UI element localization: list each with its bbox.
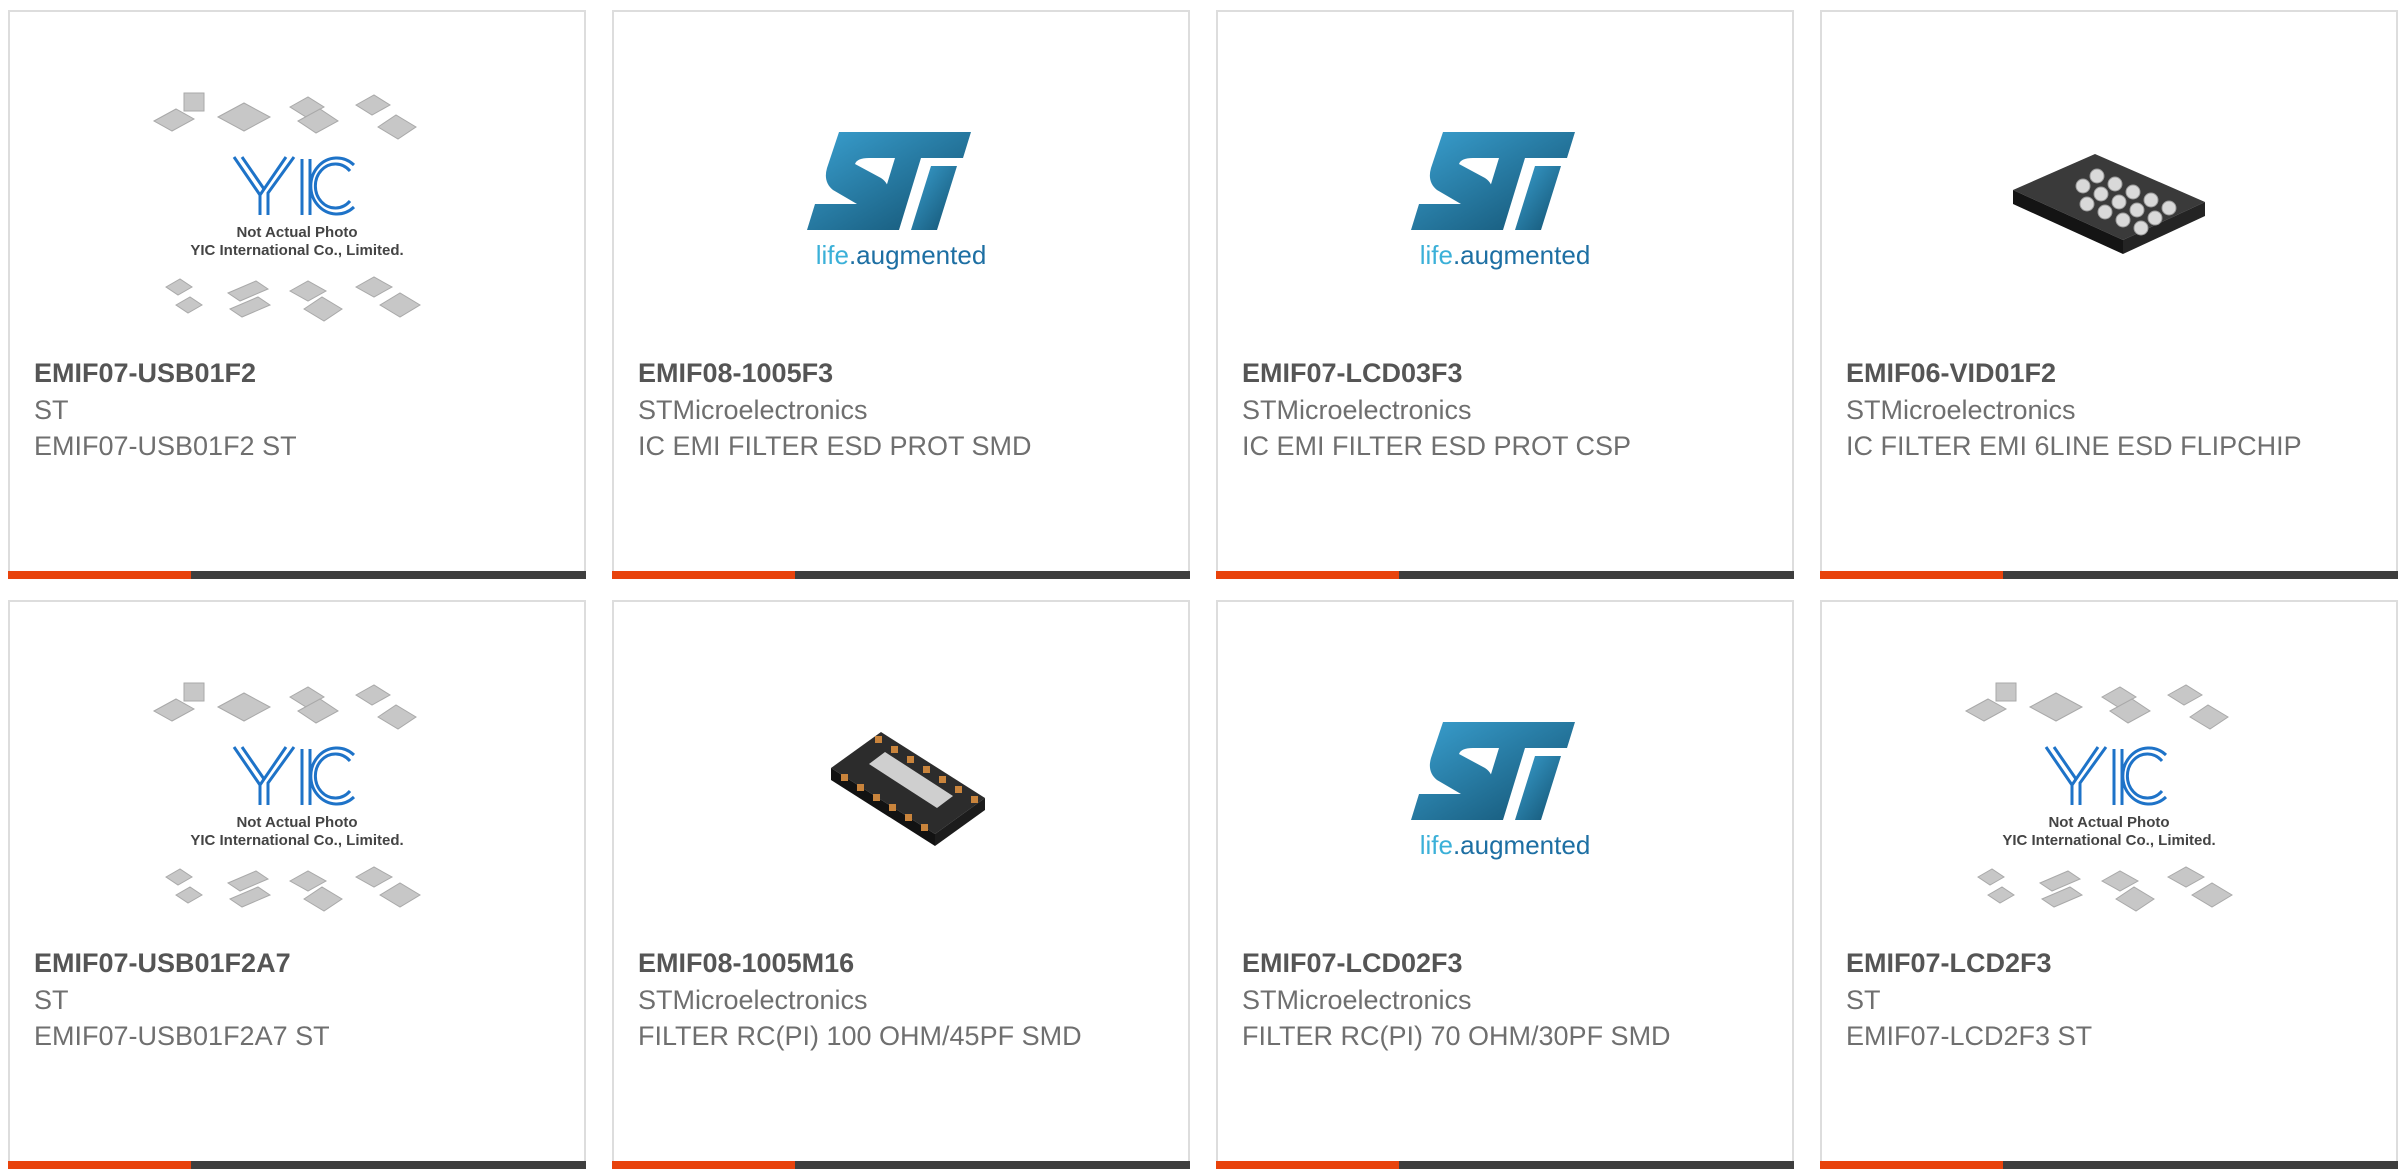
- card-bottom-bar: [1216, 1161, 1794, 1169]
- product-card[interactable]: life.augmented EMIF08-1005F3 STMicroelec…: [612, 10, 1190, 579]
- card-accent-bar: [1820, 571, 2003, 579]
- product-card[interactable]: life.augmented EMIF07-LCD03F3 STMicroele…: [1216, 10, 1794, 579]
- manufacturer: STMicroelectronics: [1242, 985, 1472, 1015]
- product-card[interactable]: EMIF08-1005M16 STMicroelectronics FILTER…: [612, 600, 1190, 1169]
- st-logo-tagline: .augmented: [849, 240, 986, 270]
- manufacturer: STMicroelectronics: [1846, 395, 2076, 425]
- card-accent-bar: [1820, 1161, 2003, 1169]
- part-number[interactable]: EMIF08-1005M16: [638, 945, 1164, 982]
- card-bottom-bar: [1820, 1161, 2398, 1169]
- manufacturer: STMicroelectronics: [1242, 395, 1472, 425]
- product-description: EMIF07-USB01F2 ST: [34, 431, 297, 461]
- product-description: EMIF07-USB01F2A7 ST: [34, 1021, 330, 1051]
- st-logo-image[interactable]: life.augmented: [614, 62, 1188, 362]
- bga-chip-image[interactable]: [1822, 62, 2396, 362]
- image-caption: YIC International Co., Limited.: [190, 242, 403, 259]
- manufacturer: STMicroelectronics: [638, 395, 868, 425]
- card-accent-bar: [612, 1161, 795, 1169]
- part-number[interactable]: EMIF06-VID01F2: [1846, 355, 2372, 392]
- card-bottom-bar: [612, 1161, 1190, 1169]
- product-card[interactable]: EMIF06-VID01F2 STMicroelectronics IC FIL…: [1820, 10, 2398, 579]
- card-accent-bar: [1216, 1161, 1399, 1169]
- yic-placeholder-image[interactable]: Not Actual Photo YIC International Co., …: [1822, 652, 2396, 952]
- st-logo-tagline: life: [1420, 240, 1453, 270]
- part-number[interactable]: EMIF07-LCD03F3: [1242, 355, 1768, 392]
- yic-placeholder-image[interactable]: Not Actual Photo YIC International Co., …: [10, 62, 584, 362]
- product-card[interactable]: Not Actual Photo YIC International Co., …: [8, 600, 586, 1169]
- part-number[interactable]: EMIF07-LCD2F3: [1846, 945, 2372, 982]
- card-accent-bar: [8, 1161, 191, 1169]
- svg-text:life.augmented: life.augmented: [816, 240, 987, 270]
- card-accent-bar: [612, 571, 795, 579]
- card-bottom-bar: [8, 1161, 586, 1169]
- svg-text:life.augmented: life.augmented: [1420, 240, 1591, 270]
- yic-placeholder-image[interactable]: Not Actual Photo YIC International Co., …: [10, 652, 584, 952]
- image-caption: YIC International Co., Limited.: [2002, 832, 2215, 849]
- manufacturer: ST: [1846, 985, 1881, 1015]
- card-accent-bar: [8, 571, 191, 579]
- st-logo-image[interactable]: life.augmented: [1218, 62, 1792, 362]
- st-logo-tagline: life: [816, 240, 849, 270]
- part-number[interactable]: EMIF07-USB01F2A7: [34, 945, 560, 982]
- product-description: IC EMI FILTER ESD PROT CSP: [1242, 431, 1632, 461]
- product-description: IC EMI FILTER ESD PROT SMD: [638, 431, 1032, 461]
- image-caption: Not Actual Photo: [236, 224, 357, 241]
- manufacturer: STMicroelectronics: [638, 985, 868, 1015]
- product-description: EMIF07-LCD2F3 ST: [1846, 1021, 2093, 1051]
- part-number[interactable]: EMIF07-USB01F2: [34, 355, 560, 392]
- card-accent-bar: [1216, 571, 1399, 579]
- product-description: IC FILTER EMI 6LINE ESD FLIPCHIP: [1846, 431, 2302, 461]
- image-caption: Not Actual Photo: [2048, 814, 2169, 831]
- image-caption: YIC International Co., Limited.: [190, 832, 403, 849]
- image-caption: Not Actual Photo: [236, 814, 357, 831]
- manufacturer: ST: [34, 395, 69, 425]
- qfn-chip-image[interactable]: [614, 652, 1188, 952]
- st-logo-image[interactable]: life.augmented: [1218, 652, 1792, 952]
- st-logo-tagline: .augmented: [1453, 240, 1590, 270]
- card-bottom-bar: [8, 571, 586, 579]
- card-bottom-bar: [612, 571, 1190, 579]
- card-bottom-bar: [1216, 571, 1794, 579]
- product-card[interactable]: life.augmented EMIF07-LCD02F3 STMicroele…: [1216, 600, 1794, 1169]
- manufacturer: ST: [34, 985, 69, 1015]
- product-description: FILTER RC(PI) 70 OHM/30PF SMD: [1242, 1021, 1671, 1051]
- svg-text:life.augmented: life.augmented: [1420, 830, 1591, 860]
- part-number[interactable]: EMIF07-LCD02F3: [1242, 945, 1768, 982]
- product-description: FILTER RC(PI) 100 OHM/45PF SMD: [638, 1021, 1082, 1051]
- part-number[interactable]: EMIF08-1005F3: [638, 355, 1164, 392]
- product-card[interactable]: Not Actual Photo YIC International Co., …: [8, 10, 586, 579]
- card-bottom-bar: [1820, 571, 2398, 579]
- st-logo-tagline: life: [1420, 830, 1453, 860]
- product-card[interactable]: Not Actual Photo YIC International Co., …: [1820, 600, 2398, 1169]
- product-grid: Not Actual Photo YIC International Co., …: [0, 0, 2400, 1169]
- st-logo-tagline: .augmented: [1453, 830, 1590, 860]
